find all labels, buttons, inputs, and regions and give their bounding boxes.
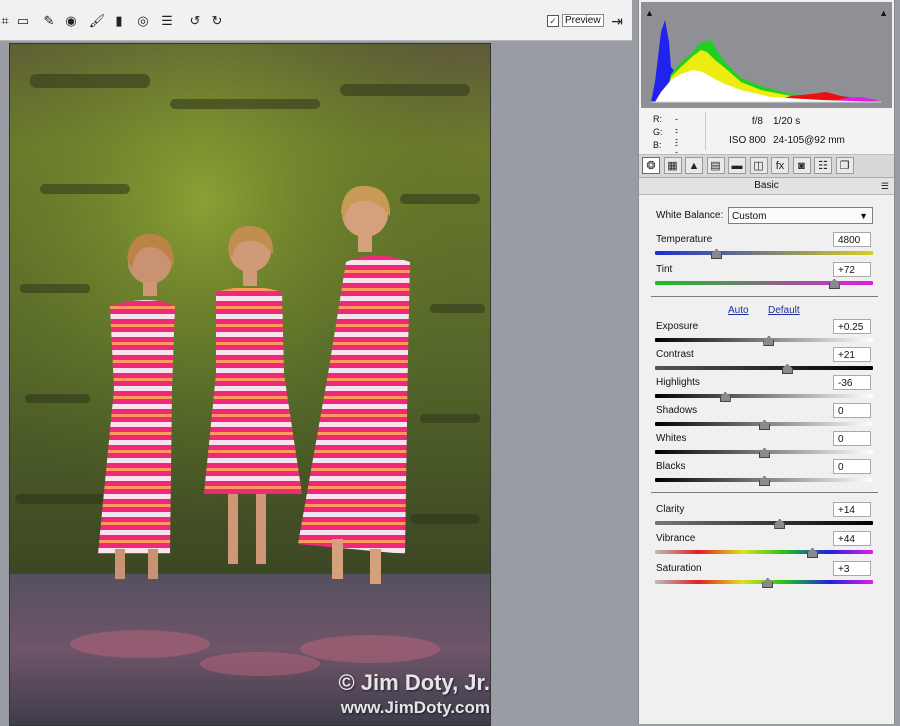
chevron-down-icon: ▼	[859, 211, 868, 221]
highlights-label: Highlights	[656, 377, 700, 388]
adjustment-brush-icon[interactable]: 🖌	[88, 11, 106, 29]
tint-value-field[interactable]: +72	[833, 262, 871, 277]
iso: ISO 800	[729, 135, 766, 146]
whites-label: Whites	[656, 433, 687, 444]
temperature-value-field[interactable]: 4800	[833, 232, 871, 247]
shadows-label: Shadows	[656, 405, 698, 416]
image-canvas: © Jim Doty, Jr. www.JimDoty.com	[0, 41, 632, 726]
highlight-clipping-icon[interactable]: ▲	[879, 8, 888, 18]
toolbar: ⌗ ▭ ✎ ◉ 🖌 ▮ ◎ ☰ ↺ ↻ ✓ Preview ⇥	[0, 0, 632, 41]
white-balance-value: Custom	[732, 211, 767, 222]
photo-preview: © Jim Doty, Jr. www.JimDoty.com	[9, 43, 491, 726]
adjustment-panel: ▲ ▲ R:--- G:--- B:--- f/8 1/20 s ISO 800…	[638, 0, 895, 724]
clarity-value-field[interactable]: +14	[833, 502, 871, 517]
blacks-label: Blacks	[656, 461, 686, 472]
white-balance-label: White Balance:	[656, 210, 724, 221]
watermark-copyright: © Jim Doty, Jr.	[338, 670, 490, 695]
r-readout: R: ---	[653, 114, 678, 144]
white-balance-select[interactable]: Custom ▼	[728, 207, 873, 224]
presets-tab-icon[interactable]: ☷	[814, 157, 832, 174]
contrast-label: Contrast	[656, 349, 694, 360]
red-eye-icon[interactable]: ◉	[62, 11, 80, 29]
tone-curve-tab-icon[interactable]: ▦	[663, 157, 682, 174]
shadow-clipping-icon[interactable]: ▲	[645, 8, 654, 18]
panel-title: Basic ☰	[639, 178, 894, 195]
vibrance-label: Vibrance	[656, 533, 696, 544]
preferences-list-icon[interactable]: ☰	[158, 11, 176, 29]
shutter-speed: 1/20 s	[773, 116, 801, 127]
aperture: f/8	[751, 116, 763, 127]
whites-value-field[interactable]: 0	[833, 431, 871, 446]
saturation-value-field[interactable]: +3	[833, 561, 871, 576]
histogram: ▲ ▲	[641, 2, 892, 108]
clarity-slider-track[interactable]	[655, 521, 873, 525]
default-link[interactable]: Default	[768, 305, 800, 316]
lens: 24-105@92 mm	[773, 135, 845, 146]
fullscreen-icon[interactable]: ⇥	[608, 12, 626, 30]
histogram-graph	[651, 20, 881, 103]
detail-tab-icon[interactable]: ▲	[685, 157, 703, 174]
highlights-slider-track[interactable]	[655, 394, 873, 398]
blacks-value-field[interactable]: 0	[833, 459, 871, 474]
straighten-icon[interactable]: ▭	[14, 11, 32, 29]
shadows-value-field[interactable]: 0	[833, 403, 871, 418]
photo-image	[10, 44, 490, 725]
info-readout: R:--- G:--- B:--- f/8 1/20 s ISO 800 24-…	[639, 108, 894, 170]
rotate-right-icon[interactable]: ↻	[208, 11, 226, 29]
b-readout: B:---	[653, 140, 678, 170]
divider-tone	[651, 492, 878, 493]
contrast-slider-track[interactable]	[655, 366, 873, 370]
basic-tab-icon[interactable]: ❂	[642, 157, 660, 174]
radial-filter-icon[interactable]: ◎	[134, 11, 152, 29]
preview-checkbox[interactable]: ✓	[547, 14, 559, 27]
tint-label: Tint	[656, 264, 673, 275]
divider-wb	[651, 296, 878, 297]
effects-tab-icon[interactable]: fx	[771, 157, 789, 174]
rotate-left-icon[interactable]: ↺	[186, 11, 204, 29]
vibrance-slider-track[interactable]	[655, 550, 873, 554]
panel-tabs: ❂ ▦ ▲ ▤ ▬ ◫ fx ◙ ☷ ❐	[639, 155, 894, 178]
vibrance-value-field[interactable]: +44	[833, 531, 871, 546]
exposure-value-field[interactable]: +0.25	[833, 319, 871, 334]
temperature-label: Temperature	[656, 234, 713, 245]
tint-slider-track[interactable]	[655, 281, 873, 285]
auto-link[interactable]: Auto	[728, 305, 749, 316]
hsl-tab-icon[interactable]: ▤	[706, 157, 725, 174]
contrast-value-field[interactable]: +21	[833, 347, 871, 362]
graduated-filter-icon[interactable]: ▮	[110, 11, 128, 29]
lens-corrections-tab-icon[interactable]: ◫	[749, 157, 768, 174]
crop-icon[interactable]: ⌗	[0, 11, 14, 29]
watermark-url: www.JimDoty.com	[340, 698, 490, 717]
snapshots-tab-icon[interactable]: ❐	[835, 157, 854, 174]
preview-label: Preview	[562, 14, 604, 27]
panel-title-text: Basic	[754, 180, 779, 191]
camera-calibration-tab-icon[interactable]: ◙	[792, 157, 811, 174]
g-readout: G: ---	[653, 127, 678, 157]
preview-toggle[interactable]: ✓ Preview	[547, 14, 604, 27]
split-toning-tab-icon[interactable]: ▬	[728, 157, 746, 174]
spot-removal-icon[interactable]: ✎	[40, 11, 58, 29]
exposure-label: Exposure	[656, 321, 699, 332]
clarity-label: Clarity	[656, 504, 685, 515]
temperature-slider-track[interactable]	[655, 251, 873, 255]
readout-divider	[705, 112, 706, 150]
saturation-label: Saturation	[656, 563, 702, 574]
panel-menu-icon[interactable]: ☰	[881, 178, 889, 194]
highlights-value-field[interactable]: -36	[833, 375, 871, 390]
